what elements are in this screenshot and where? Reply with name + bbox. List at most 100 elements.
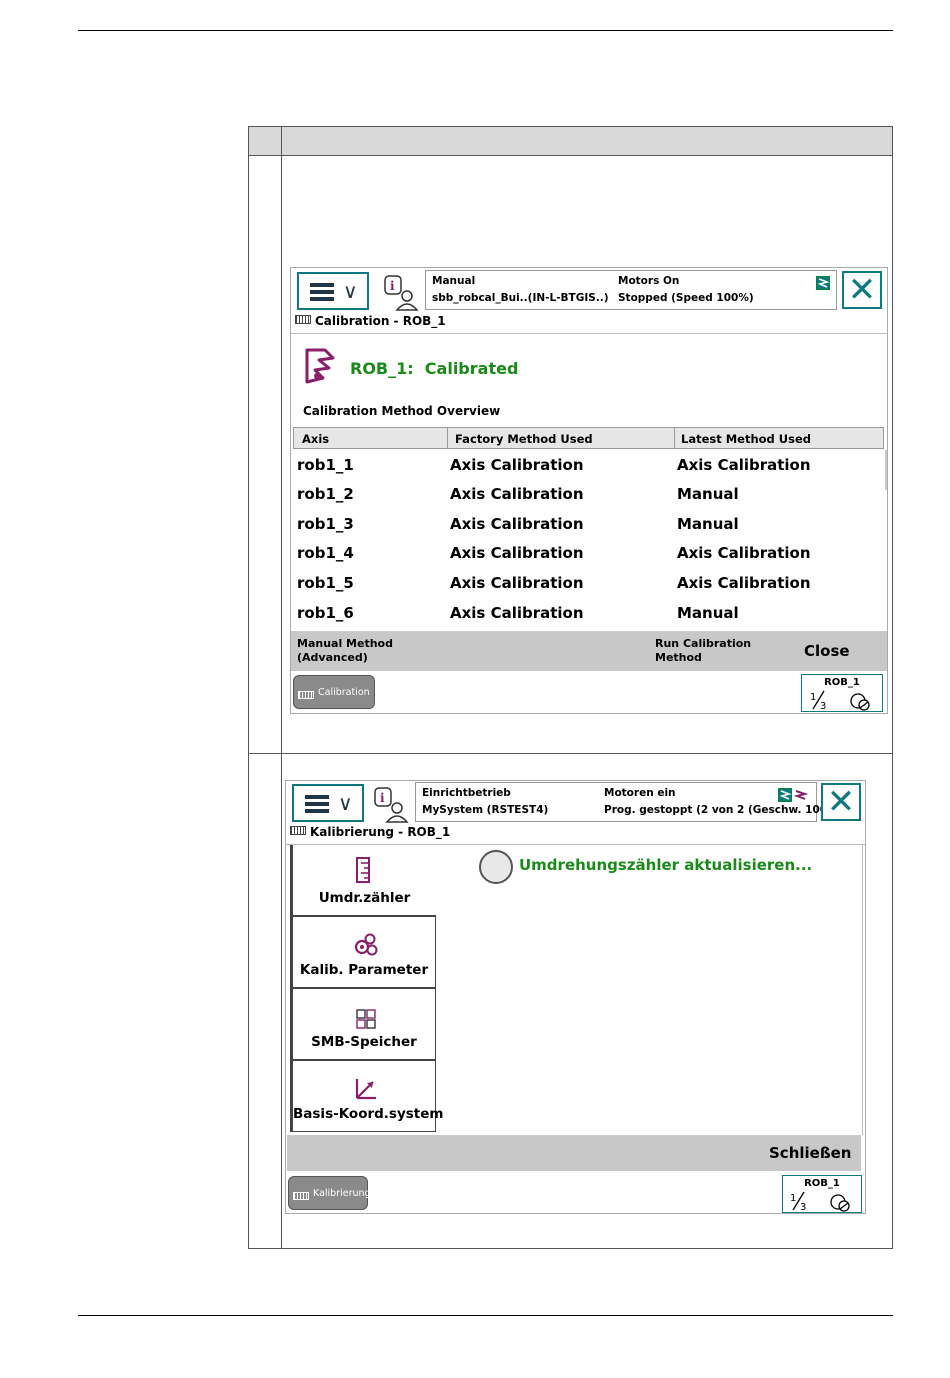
- latest-method-cell: Axis Calibration: [677, 456, 811, 474]
- program-state: Stopped (Speed 100%): [618, 292, 754, 304]
- title-separator: [291, 333, 887, 334]
- run-calibration-button[interactable]: Run Calibration Method: [655, 637, 751, 665]
- increment-icon: 1 3: [810, 690, 870, 711]
- tab-calibration-parameters[interactable]: Kalib. Parameter: [290, 916, 436, 988]
- calibration-icon: [298, 691, 314, 699]
- progress-text: Umdrehungszähler aktualisieren...: [519, 856, 813, 874]
- robot-status-icon: [778, 788, 808, 802]
- taskbar-label: Calibration: [318, 687, 370, 698]
- axis-cell: rob1_1: [297, 456, 354, 474]
- calibration-icon: [290, 826, 306, 835]
- svg-text:3: 3: [820, 701, 826, 711]
- column-divider: [674, 428, 675, 448]
- run-calibration-label-2: Method: [655, 651, 702, 664]
- calibration-taskbar-button[interactable]: Calibration: [293, 675, 375, 709]
- mechanical-unit-label: ROB_1: [824, 677, 860, 688]
- quickset-button[interactable]: ROB_1 1 3: [782, 1175, 862, 1213]
- tab-label: Umdr.zähler: [318, 890, 411, 906]
- calibration-taskbar-button[interactable]: Kalibrierung: [288, 1176, 371, 1210]
- tab-smb-memory[interactable]: SMB-Speicher: [290, 988, 436, 1060]
- header-rule: [78, 30, 893, 31]
- quickset-button[interactable]: ROB_1 1 3: [801, 674, 883, 712]
- latest-method-cell: Axis Calibration: [677, 544, 811, 562]
- system-name: MySystem (RSTEST4): [422, 804, 549, 816]
- calibration-icon: [293, 1192, 309, 1200]
- command-bar: Schließen: [287, 1135, 861, 1171]
- content-divider: [862, 845, 863, 1135]
- ruler-icon: [356, 857, 370, 883]
- calibration-table-header: Axis Factory Method Used Latest Method U…: [293, 427, 884, 449]
- axis-cell: rob1_3: [297, 515, 354, 533]
- factory-method-cell: Axis Calibration: [450, 485, 584, 503]
- factory-method-cell: Axis Calibration: [450, 574, 584, 592]
- calibration-icon: [295, 315, 311, 324]
- memory-chip-icon: [356, 1009, 376, 1029]
- operator-info-icon[interactable]: i: [373, 786, 409, 824]
- status-bar[interactable]: Einrichtbetrieb MySystem (RSTEST4) Motor…: [415, 782, 842, 822]
- motor-state: Motoren ein: [604, 787, 676, 799]
- chevron-down-icon: ∨: [338, 791, 353, 815]
- menu-icon: [310, 283, 334, 304]
- svg-text:i: i: [390, 279, 395, 293]
- column-header-latest: Latest Method Used: [681, 432, 812, 446]
- system-name: sbb_robcal_Bui..(IN-L-BTGIS..): [432, 292, 609, 304]
- latest-method-cell: Manual: [677, 485, 739, 503]
- svg-text:3: 3: [800, 1202, 806, 1212]
- mechanical-unit-label: ROB_1: [804, 1178, 840, 1189]
- footer-rule: [78, 1315, 893, 1316]
- progress-spinner-icon: [479, 850, 513, 884]
- steps-table-row-divider: [249, 753, 892, 754]
- table-scrollbar[interactable]: [885, 450, 887, 490]
- operator-info-icon[interactable]: i: [383, 274, 419, 312]
- manual-method-label-1: Manual Method: [297, 637, 393, 650]
- factory-method-cell: Axis Calibration: [450, 544, 584, 562]
- factory-method-cell: Axis Calibration: [450, 515, 584, 533]
- main-menu-button[interactable]: ∨: [297, 272, 369, 310]
- coordinate-axes-icon: [355, 1079, 376, 1100]
- operating-mode: Manual: [432, 275, 476, 287]
- steps-table-header: [249, 127, 892, 156]
- calibration-state: ROB_1: Calibrated: [350, 359, 519, 378]
- svg-text:1: 1: [790, 1193, 796, 1204]
- chevron-down-icon: ∨: [343, 279, 358, 303]
- factory-method-cell: Axis Calibration: [450, 456, 584, 474]
- program-state: Prog. gestoppt (2 von 2 (Geschw. 100%): [604, 804, 843, 816]
- window-title-text: Kalibrierung - ROB_1: [310, 825, 451, 839]
- robot-arm-icon: [305, 348, 335, 384]
- axis-cell: rob1_2: [297, 485, 354, 503]
- tab-label: Basis-Koord.system: [293, 1106, 444, 1122]
- menu-icon: [305, 795, 329, 816]
- column-divider: [447, 428, 448, 448]
- gears-icon: [354, 933, 378, 956]
- command-bar: Manual Method (Advanced) Run Calibration…: [291, 631, 887, 671]
- close-button[interactable]: Close: [804, 642, 850, 660]
- flexpendant-screen-calibration: ∨ i Manual sbb_robcal_Bui..(IN-L-BTGIS..…: [290, 267, 888, 714]
- operating-mode: Einrichtbetrieb: [422, 787, 511, 799]
- close-icon[interactable]: ✕: [821, 783, 861, 821]
- window-title: Kalibrierung - ROB_1: [290, 825, 450, 839]
- window-title-text: Calibration - ROB_1: [315, 314, 446, 328]
- robot-status-icon: [816, 276, 830, 290]
- axis-cell: rob1_5: [297, 574, 354, 592]
- factory-method-cell: Axis Calibration: [450, 604, 584, 622]
- motor-state: Motors On: [618, 275, 680, 287]
- taskbar-label: Kalibrierung: [313, 1188, 371, 1199]
- column-header-factory: Factory Method Used: [455, 432, 593, 446]
- latest-method-cell: Axis Calibration: [677, 574, 811, 592]
- svg-text:1: 1: [810, 692, 816, 703]
- overview-label: Calibration Method Overview: [303, 404, 501, 418]
- latest-method-cell: Manual: [677, 515, 739, 533]
- close-button[interactable]: Schließen: [769, 1144, 851, 1162]
- status-bar[interactable]: Manual sbb_robcal_Bui..(IN-L-BTGIS..) Mo…: [425, 270, 837, 310]
- latest-method-cell: Manual: [677, 604, 739, 622]
- axis-cell: rob1_6: [297, 604, 354, 622]
- increment-icon: 1 3: [790, 1191, 850, 1212]
- manual-method-button[interactable]: Manual Method (Advanced): [297, 637, 393, 665]
- tab-base-frame[interactable]: Basis-Koord.system: [290, 1060, 444, 1132]
- tab-revolution-counters[interactable]: Umdr.zähler: [290, 845, 436, 916]
- steps-table-column-divider: [281, 127, 282, 1248]
- main-menu-button[interactable]: ∨: [292, 784, 364, 822]
- close-icon[interactable]: ✕: [842, 271, 882, 309]
- tab-label: Kalib. Parameter: [299, 962, 429, 978]
- window-title: Calibration - ROB_1: [295, 314, 446, 328]
